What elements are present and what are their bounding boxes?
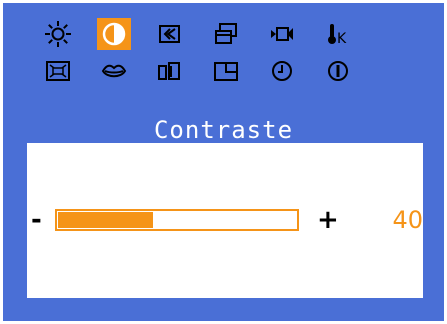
pip-icon[interactable] [153,55,187,87]
slider-fill [58,212,153,228]
increase-button[interactable]: + [317,207,339,233]
size-icon[interactable] [209,18,243,50]
svg-text:K: K [337,31,347,47]
info-icon[interactable] [321,55,355,87]
osd-menu: K Contraste - + 40 [3,3,444,321]
timer-icon[interactable] [265,55,299,87]
window-icon[interactable] [209,55,243,87]
adjustment-panel: - + 40 [27,143,423,298]
position-icon[interactable] [153,18,187,50]
brightness-icon[interactable] [41,18,75,50]
language-icon[interactable] [97,55,131,87]
image-fit-icon[interactable] [41,55,75,87]
contrast-value: 40 [392,206,423,234]
color-temperature-icon[interactable]: K [321,18,355,50]
contrast-slider[interactable] [55,209,299,231]
menu-title: Contraste [153,116,294,144]
decrease-button[interactable]: - [31,207,42,233]
contrast-icon[interactable] [97,18,131,50]
menu-icon-grid: K [41,18,439,92]
video-icon[interactable] [265,18,299,50]
